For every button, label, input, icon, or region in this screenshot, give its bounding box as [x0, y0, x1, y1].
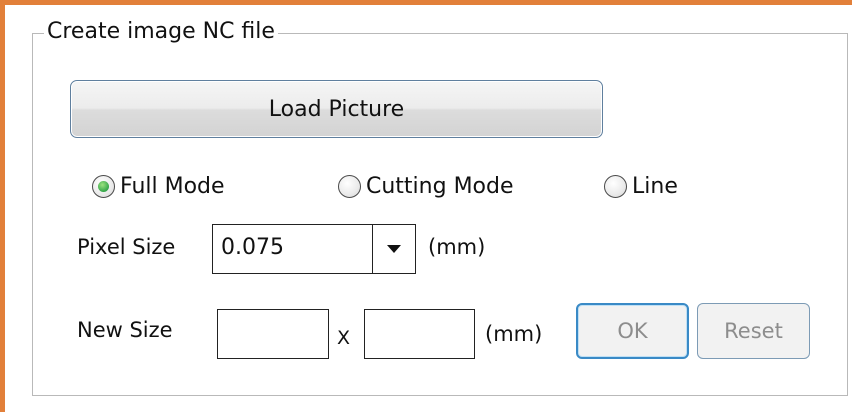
ok-button[interactable]: OK: [576, 303, 689, 359]
new-size-height-input[interactable]: [364, 309, 475, 359]
groupbox-title: Create image NC file: [44, 18, 278, 46]
pixel-size-value: 0.075: [221, 235, 284, 260]
pixel-size-select[interactable]: 0.075: [212, 224, 416, 274]
pixel-size-unit: (mm): [428, 235, 486, 259]
new-size-label: New Size: [77, 318, 173, 342]
new-size-unit: (mm): [485, 322, 543, 346]
load-picture-label: Load Picture: [268, 96, 405, 122]
radio-line[interactable]: Line: [604, 171, 678, 201]
pixel-size-label: Pixel Size: [77, 235, 176, 259]
radio-cutting-mode-label: Cutting Mode: [366, 173, 514, 199]
load-picture-button[interactable]: Load Picture: [70, 80, 603, 138]
radio-unchecked-icon: [604, 174, 627, 198]
reset-button[interactable]: Reset: [697, 303, 810, 359]
ok-button-label: OK: [617, 319, 648, 343]
radio-full-mode-label: Full Mode: [120, 173, 225, 199]
radio-checked-icon: [92, 174, 115, 198]
radio-line-label: Line: [632, 173, 678, 199]
reset-button-label: Reset: [724, 319, 783, 343]
radio-unchecked-icon: [338, 174, 361, 198]
pixel-size-dropdown-button[interactable]: [372, 225, 415, 273]
new-size-separator: X: [337, 327, 351, 349]
chevron-down-icon: [387, 245, 401, 253]
radio-cutting-mode[interactable]: Cutting Mode: [338, 171, 514, 201]
radio-full-mode[interactable]: Full Mode: [92, 171, 225, 201]
new-size-width-input[interactable]: [217, 309, 329, 359]
